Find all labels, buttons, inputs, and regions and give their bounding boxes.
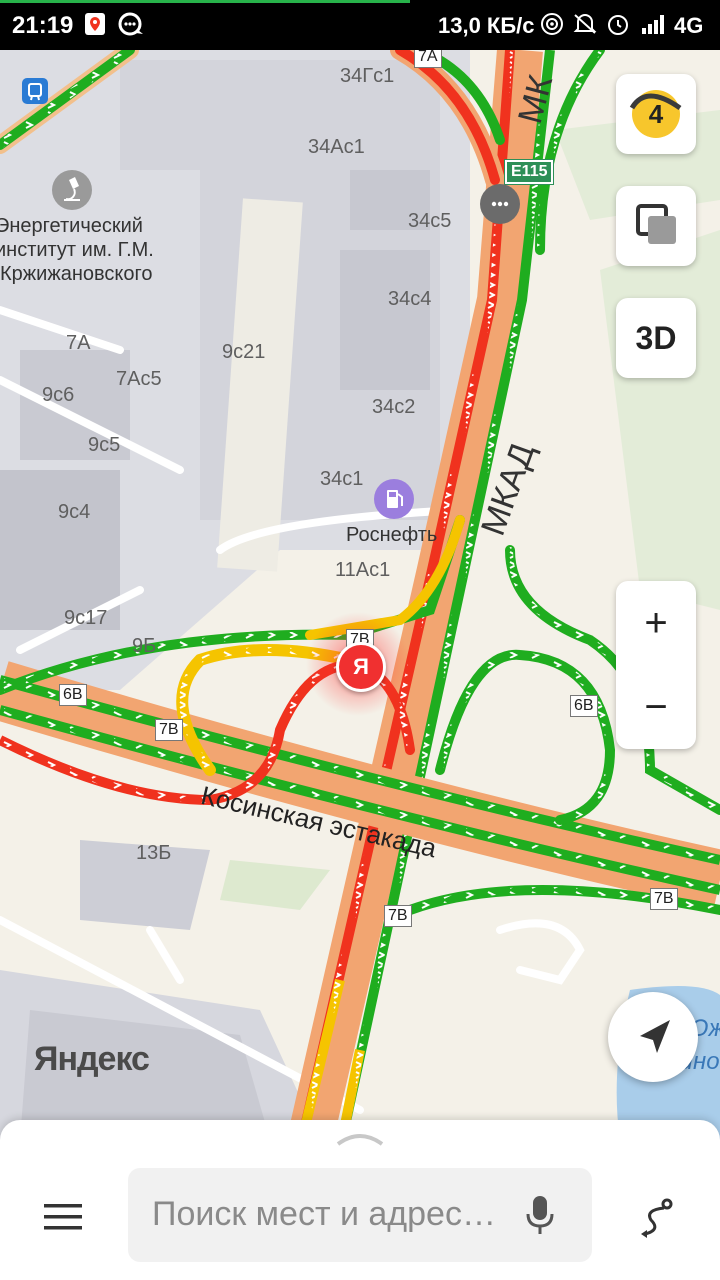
exit-shield: 7А bbox=[414, 50, 442, 68]
layers-icon bbox=[636, 204, 676, 244]
building-number: 9с6 bbox=[42, 384, 75, 406]
fuel-station-icon[interactable] bbox=[374, 479, 414, 519]
map-view[interactable]: E115 МКАД МК Косинская эстакада Энергети… bbox=[0, 50, 720, 1140]
menu-icon[interactable] bbox=[44, 1202, 84, 1232]
building-number: 34с1 bbox=[320, 468, 364, 490]
route-shield-e115: E115 bbox=[503, 159, 555, 185]
network-type: 4G bbox=[674, 13, 704, 38]
institute-label-line2: институт им. Г.М. bbox=[0, 239, 154, 261]
exit-shield: 7В bbox=[650, 888, 678, 910]
signal-icon bbox=[640, 12, 668, 41]
building-number: 34Гс1 bbox=[340, 65, 395, 87]
poi-label-rosneft: Роснефть bbox=[346, 524, 438, 546]
hotspot-icon bbox=[540, 12, 564, 41]
building-number: 11Ас1 bbox=[335, 559, 391, 581]
3d-button[interactable]: 3D bbox=[616, 298, 696, 378]
institute-label-line1: Энергетический bbox=[0, 215, 143, 237]
chevron-up-icon[interactable] bbox=[335, 1130, 385, 1146]
zoom-in-button[interactable]: + bbox=[616, 581, 696, 665]
traffic-level-value: 4 bbox=[648, 98, 664, 129]
building-number: 34с4 bbox=[388, 288, 432, 310]
search-placeholder: Поиск мест и адрес… bbox=[152, 1195, 496, 1233]
exit-shield: 6В bbox=[570, 695, 598, 717]
route-icon[interactable] bbox=[637, 1196, 677, 1240]
road-event-chat-icon[interactable] bbox=[480, 184, 520, 224]
my-location-button[interactable] bbox=[608, 992, 698, 1082]
building-number: 34с5 bbox=[408, 210, 452, 232]
institute-label-line3: Кржижановского bbox=[0, 263, 153, 285]
building-number: 34Ас1 bbox=[308, 136, 365, 158]
building-number: 9с17 bbox=[64, 607, 108, 629]
status-bar: 21:19 13,0 КБ/с 4G bbox=[0, 0, 720, 50]
navigation-arrow-icon bbox=[640, 1020, 670, 1053]
building-number: 9Б bbox=[132, 635, 157, 657]
status-time: 21:19 bbox=[12, 12, 74, 39]
zoom-control: + − bbox=[616, 581, 696, 749]
institute-label: Энергетический институт им. Г.М. Кржижан… bbox=[0, 214, 154, 286]
zoom-out-button[interactable]: − bbox=[616, 665, 696, 749]
search-field[interactable]: Поиск мест и адрес… bbox=[128, 1168, 592, 1262]
maps-pin-icon bbox=[84, 12, 106, 41]
layers-button[interactable] bbox=[616, 186, 696, 266]
mute-icon bbox=[572, 12, 598, 41]
traffic-level-button[interactable]: 4 bbox=[616, 74, 696, 154]
exit-shield: 7В bbox=[384, 905, 412, 927]
alarm-icon bbox=[606, 12, 630, 41]
bottom-panel: Поиск мест и адрес… bbox=[0, 1120, 720, 1280]
chat-icon bbox=[118, 12, 144, 41]
exit-shield: 6В bbox=[59, 684, 87, 706]
building-number: 34с2 bbox=[372, 396, 416, 418]
yandex-logo: Яндекс bbox=[34, 1040, 150, 1078]
network-speed: 13,0 КБ/с bbox=[438, 13, 535, 38]
building-number: 7Ас5 bbox=[116, 368, 162, 390]
3d-label: 3D bbox=[635, 319, 677, 356]
building-number: 9с4 bbox=[58, 501, 91, 523]
loading-progress-bar bbox=[0, 0, 410, 3]
microphone-icon[interactable] bbox=[525, 1194, 555, 1238]
building-number: 9с21 bbox=[222, 341, 266, 363]
building-number: 9с5 bbox=[88, 434, 121, 456]
building-number: 13Б bbox=[136, 842, 172, 864]
user-location-marker[interactable]: Я bbox=[336, 642, 386, 692]
exit-shield: 7В bbox=[155, 719, 183, 741]
building-number: 7А bbox=[66, 332, 91, 354]
transit-icon bbox=[22, 78, 48, 104]
microscope-icon bbox=[52, 170, 92, 210]
